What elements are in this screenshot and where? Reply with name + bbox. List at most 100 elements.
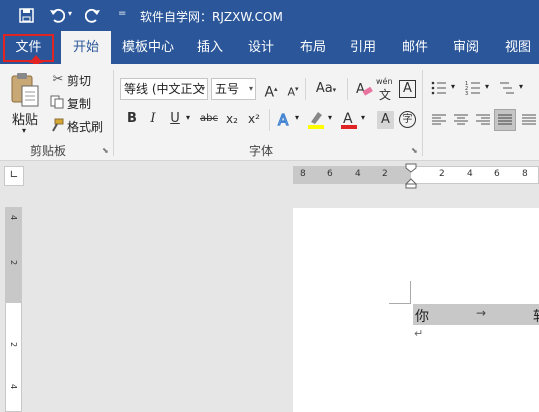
multilevel-list-dropdown-icon[interactable]: ▾ (519, 82, 523, 91)
justify-icon (498, 114, 512, 125)
underline-dropdown-icon[interactable]: ▾ (186, 113, 190, 122)
paste-dropdown-icon[interactable]: ▾ (22, 126, 26, 135)
character-shading-icon[interactable]: A (377, 111, 394, 129)
ruler-margin (294, 167, 411, 183)
margin-corner-marker (389, 303, 411, 304)
copy-button[interactable]: 复制 (67, 95, 91, 112)
divider (305, 78, 306, 100)
tab-references[interactable]: 引用 (342, 31, 384, 64)
ruler-number: 4 (355, 169, 361, 179)
tab-mailings[interactable]: 邮件 (394, 31, 436, 64)
text-effects-dropdown-icon[interactable]: ▾ (295, 113, 299, 122)
distributed-icon[interactable] (521, 113, 537, 127)
svg-text:A: A (278, 111, 289, 129)
numbering-dropdown-icon[interactable]: ▾ (485, 82, 489, 91)
format-painter-button[interactable]: 格式刷 (67, 118, 103, 135)
format-painter-icon (52, 118, 64, 132)
save-icon[interactable] (19, 8, 34, 23)
ribbon-tabs: 文件 开始 模板中心 插入 设计 布局 引用 邮件 审阅 视图 (0, 31, 539, 64)
align-left-icon[interactable] (431, 113, 447, 127)
tab-insert[interactable]: 插入 (189, 31, 231, 64)
document-text: 你 (415, 309, 429, 325)
ribbon-home: 粘贴 ▾ ✂ 剪切 复制 格式刷 剪贴板 ⬊ 等线 (中文正文 ▾ 五号 ▾ A… (0, 64, 539, 161)
window-title: 软件自学网：RJZXW.COM (140, 10, 283, 24)
horizontal-ruler[interactable]: 8 6 4 2 2 4 6 8 (293, 163, 539, 189)
chevron-down-icon: ▾ (248, 84, 253, 93)
bullets-icon[interactable] (431, 80, 447, 96)
paragraph-mark: ↵ (414, 327, 424, 340)
scissors-icon: ✂ (52, 72, 64, 87)
underline-button[interactable]: U (165, 109, 185, 129)
shrink-font-icon[interactable]: A▾ (283, 79, 303, 99)
redo-icon[interactable] (85, 7, 101, 23)
svg-text:A: A (356, 82, 365, 97)
ruler-margin (6, 208, 21, 303)
group-separator (113, 70, 114, 156)
ruler-number: 2 (439, 169, 445, 179)
document-text: 软 (533, 306, 539, 326)
divider (347, 78, 348, 100)
selected-text-line[interactable]: 你 → 软 (413, 304, 539, 325)
group-separator (422, 70, 423, 156)
ruler-number: 8 (522, 169, 528, 179)
subscript-button[interactable]: x₂ (222, 109, 242, 129)
italic-button[interactable]: I (143, 109, 163, 129)
clear-formatting-icon[interactable]: A (355, 80, 373, 98)
phonetic-guide-icon[interactable]: 文 (379, 86, 391, 103)
ruler-number: 2 (382, 169, 388, 179)
paste-icon[interactable] (10, 72, 40, 108)
ruler-number: 6 (327, 169, 333, 179)
font-launcher-icon[interactable]: ⬊ (411, 146, 418, 155)
undo-dropdown-icon[interactable]: ▾ (68, 9, 72, 18)
ruler-row: ∟ 8 6 4 2 2 4 6 8 (0, 162, 539, 190)
ruler-number: 8 (300, 169, 306, 179)
tab-review[interactable]: 审阅 (445, 31, 487, 64)
bold-button[interactable]: B (122, 109, 142, 129)
tab-stop-selector[interactable]: ∟ (4, 166, 24, 186)
tab-design[interactable]: 设计 (240, 31, 282, 64)
text-effects-icon[interactable]: A (276, 110, 294, 130)
ruler-number: 4 (9, 215, 18, 221)
ruler-number: 4 (9, 384, 18, 390)
font-size-combo[interactable]: 五号 ▾ (211, 78, 256, 100)
highlighter-icon[interactable] (307, 110, 325, 130)
indent-marker-icon[interactable] (405, 163, 417, 189)
svg-text:3: 3 (465, 91, 468, 96)
strikethrough-button[interactable]: abc (198, 109, 220, 129)
tab-view[interactable]: 视图 (497, 31, 539, 64)
divider (269, 109, 270, 131)
font-color-dropdown-icon[interactable]: ▾ (361, 113, 365, 122)
superscript-button[interactable]: x² (244, 109, 264, 129)
clipboard-group-label: 剪贴板 (30, 144, 67, 158)
svg-text:A: A (343, 111, 353, 127)
undo-icon[interactable] (49, 7, 65, 23)
tab-home[interactable]: 开始 (61, 31, 111, 64)
justify-button[interactable] (494, 109, 516, 131)
cut-button[interactable]: 剪切 (67, 72, 91, 89)
highlighter-dropdown-icon[interactable]: ▾ (328, 113, 332, 122)
change-case-icon[interactable]: Aa▾ (311, 79, 341, 99)
clipboard-launcher-icon[interactable]: ⬊ (102, 146, 109, 155)
align-center-icon[interactable] (453, 113, 469, 127)
enclose-characters-icon[interactable]: 字 (399, 111, 416, 128)
tab-layout[interactable]: 布局 (292, 31, 334, 64)
phonetic-guide-label: wén (376, 77, 393, 86)
align-right-icon[interactable] (475, 113, 491, 127)
document-page[interactable]: 你 → 软 ↵ (293, 208, 539, 412)
tab-template-center[interactable]: 模板中心 (114, 31, 182, 64)
font-name-value: 等线 (中文正文 (124, 82, 205, 96)
copy-icon (50, 95, 64, 109)
ruler-number: 2 (9, 342, 18, 348)
multilevel-list-icon[interactable] (499, 80, 515, 96)
font-name-combo[interactable]: 等线 (中文正文 ▾ (120, 78, 208, 100)
numbering-icon[interactable]: 1 2 3 (465, 80, 481, 96)
customize-qat-icon[interactable]: = (118, 8, 126, 19)
font-color-icon[interactable]: A (340, 110, 358, 130)
font-size-value: 五号 (215, 82, 240, 96)
vertical-ruler[interactable]: 4 2 2 4 (5, 207, 22, 412)
ruler-number: 6 (494, 169, 500, 179)
character-border-icon[interactable]: A (399, 80, 416, 98)
tab-mark: → (476, 306, 487, 320)
grow-font-icon[interactable]: A▴ (261, 79, 281, 101)
bullets-dropdown-icon[interactable]: ▾ (451, 82, 455, 91)
